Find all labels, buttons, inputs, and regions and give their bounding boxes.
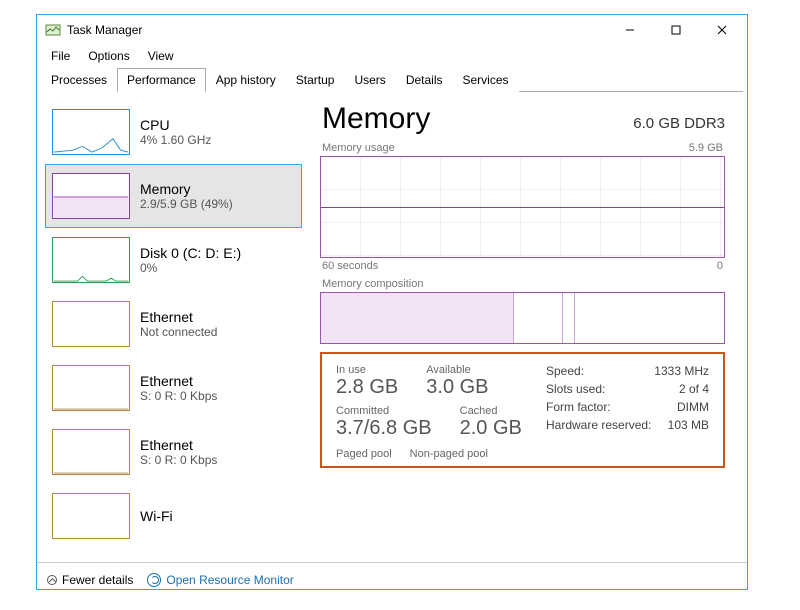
performance-sidebar: CPU4% 1.60 GHz Memory2.9/5.9 GB (49%) Di… xyxy=(37,92,302,562)
stat-label-paged-pool: Paged pool xyxy=(336,448,392,460)
menu-options[interactable]: Options xyxy=(80,47,137,65)
menu-view[interactable]: View xyxy=(140,47,182,65)
sidebar-item-ethernet-0[interactable]: EthernetNot connected xyxy=(45,292,302,356)
stat-label-slots: Slots used: xyxy=(546,382,605,396)
titlebar: Task Manager xyxy=(37,15,747,45)
sidebar-item-label: Disk 0 (C: D: E:) xyxy=(140,245,241,261)
window-title: Task Manager xyxy=(67,23,142,37)
sidebar-item-sub: 4% 1.60 GHz xyxy=(140,133,211,147)
stat-label-nonpaged-pool: Non-paged pool xyxy=(410,448,488,460)
sidebar-item-disk[interactable]: Disk 0 (C: D: E:)0% xyxy=(45,228,302,292)
stat-value-form-factor: DIMM xyxy=(677,400,709,414)
fewer-details-button[interactable]: Fewer details xyxy=(47,573,133,587)
tab-startup[interactable]: Startup xyxy=(286,68,345,92)
time-axis-left: 60 seconds xyxy=(322,260,378,272)
resource-monitor-icon xyxy=(147,573,161,587)
chevron-up-icon xyxy=(47,575,57,585)
stat-value-cached: 2.0 GB xyxy=(460,417,522,440)
composition-chart-label: Memory composition xyxy=(322,278,423,290)
memory-thumb-icon xyxy=(52,173,130,219)
cpu-thumb-icon xyxy=(52,109,130,155)
stat-value-slots: 2 of 4 xyxy=(679,382,709,396)
tab-app-history[interactable]: App history xyxy=(206,68,286,92)
tab-services[interactable]: Services xyxy=(453,68,519,92)
sidebar-item-ethernet-2[interactable]: EthernetS: 0 R: 0 Kbps xyxy=(45,420,302,484)
stat-label-hw-reserved: Hardware reserved: xyxy=(546,418,651,432)
memory-spec: 6.0 GB DDR3 xyxy=(633,115,725,132)
sidebar-item-sub: 0% xyxy=(140,261,241,275)
stat-value-committed: 3.7/6.8 GB xyxy=(336,417,432,440)
memory-composition-chart xyxy=(320,292,725,344)
stat-label-available: Available xyxy=(426,364,488,376)
page-title: Memory xyxy=(322,102,430,136)
usage-chart-max: 5.9 GB xyxy=(689,142,723,154)
usage-chart-label: Memory usage xyxy=(322,142,395,154)
sidebar-item-label: Wi-Fi xyxy=(140,508,173,524)
sidebar-item-memory[interactable]: Memory2.9/5.9 GB (49%) xyxy=(45,164,302,228)
maximize-button[interactable] xyxy=(653,15,699,45)
open-resource-monitor-link[interactable]: Open Resource Monitor xyxy=(147,573,293,587)
sidebar-item-label: Ethernet xyxy=(140,437,217,453)
tab-users[interactable]: Users xyxy=(344,68,395,92)
menubar: File Options View xyxy=(37,45,747,67)
sidebar-item-ethernet-1[interactable]: EthernetS: 0 R: 0 Kbps xyxy=(45,356,302,420)
close-button[interactable] xyxy=(699,15,745,45)
stat-label-committed: Committed xyxy=(336,405,432,417)
footer: Fewer details Open Resource Monitor xyxy=(37,562,747,596)
sidebar-item-label: Ethernet xyxy=(140,373,217,389)
stat-value-hw-reserved: 103 MB xyxy=(668,418,709,432)
sidebar-item-label: Ethernet xyxy=(140,309,217,325)
tab-processes[interactable]: Processes xyxy=(41,68,117,92)
sidebar-item-sub: Not connected xyxy=(140,325,217,339)
ethernet-thumb-icon xyxy=(52,429,130,475)
sidebar-item-sub: S: 0 R: 0 Kbps xyxy=(140,453,217,467)
stat-value-available: 3.0 GB xyxy=(426,376,488,399)
menu-file[interactable]: File xyxy=(43,47,78,65)
memory-stats-box: In use2.8 GB Available3.0 GB Committed3.… xyxy=(320,352,725,468)
sidebar-item-sub: 2.9/5.9 GB (49%) xyxy=(140,197,233,211)
ethernet-thumb-icon xyxy=(52,301,130,347)
tab-performance[interactable]: Performance xyxy=(117,68,206,92)
time-axis-right: 0 xyxy=(717,260,723,272)
task-manager-icon xyxy=(45,22,61,38)
main-panel: Memory 6.0 GB DDR3 Memory usage 5.9 GB 6… xyxy=(302,92,747,562)
ethernet-thumb-icon xyxy=(52,365,130,411)
sidebar-item-label: CPU xyxy=(140,117,211,133)
stat-label-speed: Speed: xyxy=(546,364,584,378)
stat-value-in-use: 2.8 GB xyxy=(336,376,398,399)
sidebar-item-wifi[interactable]: Wi-Fi xyxy=(45,484,302,548)
wifi-thumb-icon xyxy=(52,493,130,539)
tab-details[interactable]: Details xyxy=(396,68,453,92)
sidebar-item-label: Memory xyxy=(140,181,233,197)
memory-usage-chart xyxy=(320,156,725,258)
sidebar-item-sub: S: 0 R: 0 Kbps xyxy=(140,389,217,403)
sidebar-item-cpu[interactable]: CPU4% 1.60 GHz xyxy=(45,100,302,164)
tabstrip: Processes Performance App history Startu… xyxy=(37,67,747,91)
disk-thumb-icon xyxy=(52,237,130,283)
stat-label-cached: Cached xyxy=(460,405,522,417)
minimize-button[interactable] xyxy=(607,15,653,45)
stat-label-form-factor: Form factor: xyxy=(546,400,611,414)
stat-value-speed: 1333 MHz xyxy=(654,364,709,378)
stat-label-in-use: In use xyxy=(336,364,398,376)
task-manager-window: Task Manager File Options View Processes… xyxy=(36,14,748,590)
